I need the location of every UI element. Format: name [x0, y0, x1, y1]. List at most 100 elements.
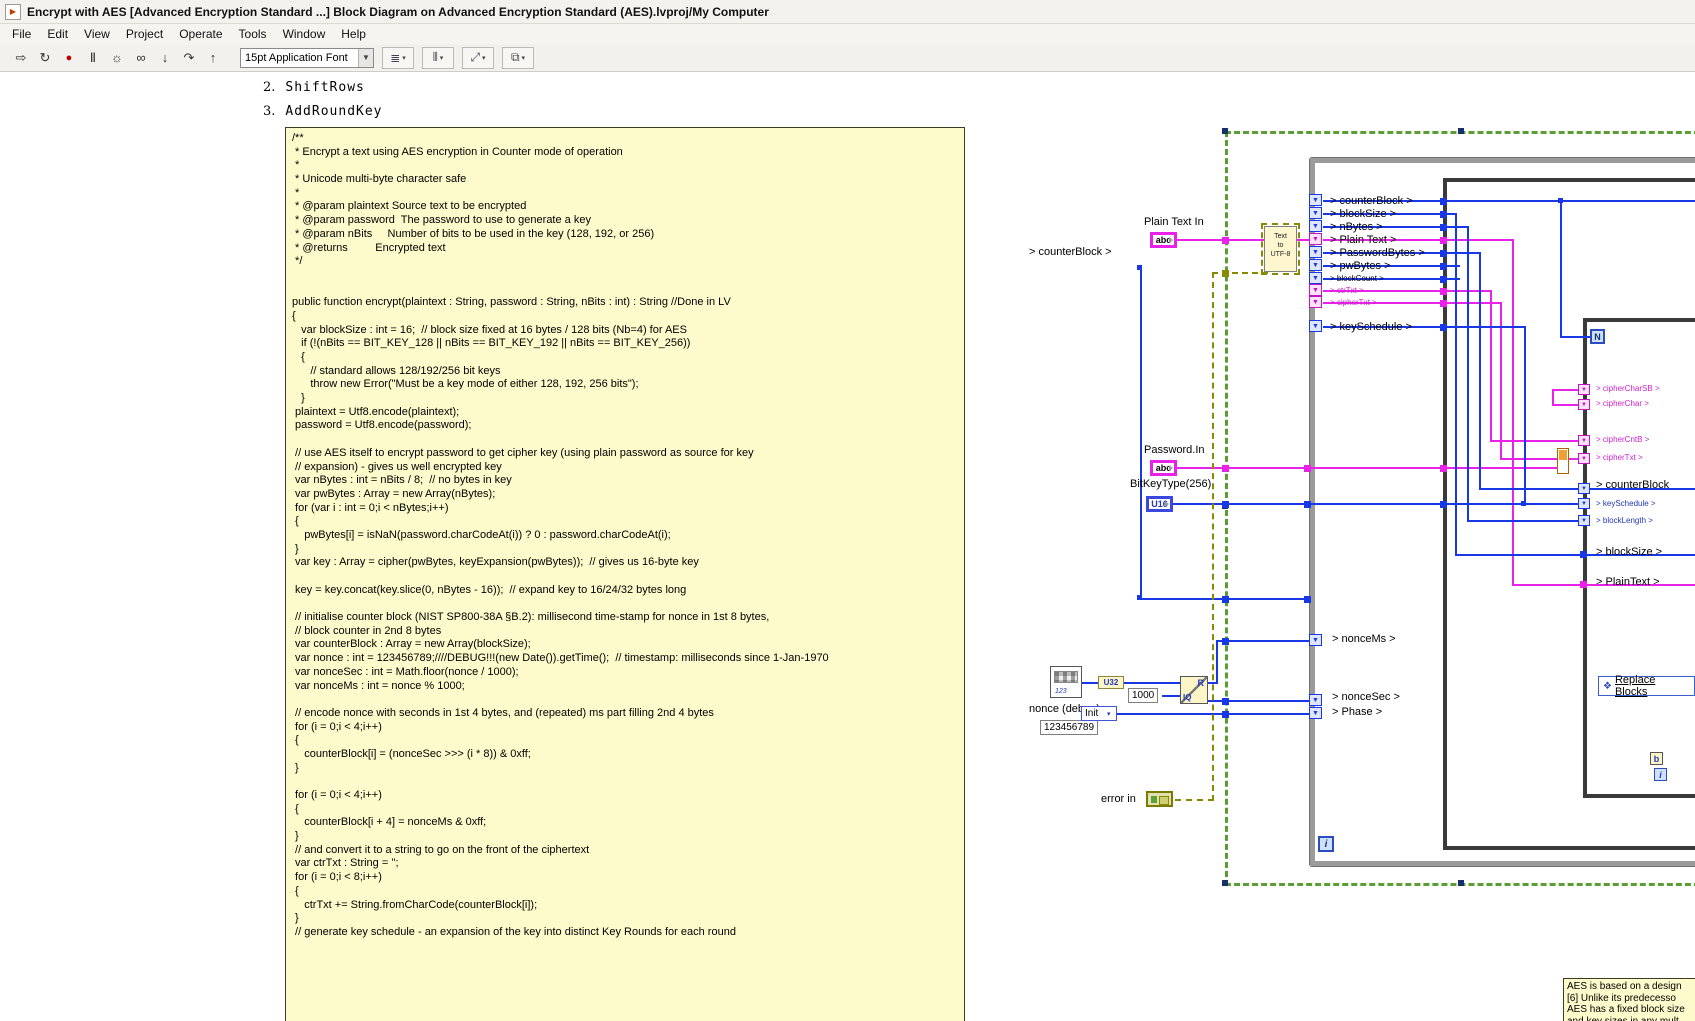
selection-handle[interactable]: [1458, 880, 1464, 886]
shift-register[interactable]: [1309, 194, 1322, 206]
loop-count-terminal[interactable]: N: [1590, 329, 1605, 344]
shift-register[interactable]: [1309, 296, 1322, 308]
chevron-down-icon[interactable]: ▼: [358, 49, 373, 67]
list-item-shiftrows[interactable]: 2.ShiftRows: [263, 80, 365, 95]
wire[interactable]: [1177, 239, 1264, 241]
menu-item[interactable]: Window: [275, 25, 334, 43]
shift-register[interactable]: [1309, 694, 1322, 706]
menu-item[interactable]: File: [4, 25, 39, 43]
step-into-button[interactable]: ↓: [154, 47, 176, 69]
wire[interactable]: [1455, 213, 1457, 556]
menu-item[interactable]: Tools: [231, 25, 275, 43]
list-item-addroundkey[interactable]: 3.AddRoundKey: [263, 104, 383, 119]
replace-blocks-subvi[interactable]: Replace Blocks: [1598, 676, 1695, 696]
boolean-constant[interactable]: b: [1650, 752, 1663, 765]
retain-wire-values-button[interactable]: ∞: [130, 47, 152, 69]
selection-handle[interactable]: [1222, 128, 1228, 134]
shift-register[interactable]: [1309, 220, 1322, 232]
numeric-constant[interactable]: 123456789: [1040, 720, 1098, 735]
tunnel[interactable]: [1440, 237, 1447, 244]
tunnel[interactable]: [1440, 501, 1447, 508]
menu-item[interactable]: Project: [118, 25, 171, 43]
wire[interactable]: [1216, 640, 1309, 642]
shift-register[interactable]: [1578, 515, 1590, 526]
shift-register[interactable]: [1578, 399, 1590, 410]
run-button[interactable]: ⇨: [10, 47, 32, 69]
numeric-constant[interactable]: 1000: [1128, 688, 1158, 703]
wire[interactable]: [1162, 695, 1180, 697]
menu-item[interactable]: View: [76, 25, 118, 43]
reorder-dropdown[interactable]: ⧉▾: [502, 47, 534, 69]
code-comment-box[interactable]: /** * Encrypt a text using AES encryptio…: [285, 127, 965, 1021]
step-out-button[interactable]: ↑: [202, 47, 224, 69]
iteration-terminal[interactable]: i: [1318, 836, 1334, 852]
shift-register[interactable]: [1309, 246, 1322, 258]
wire[interactable]: [1560, 200, 1562, 338]
error-wire[interactable]: [1175, 799, 1214, 801]
tunnel[interactable]: [1222, 596, 1229, 603]
wire[interactable]: [1479, 252, 1481, 490]
shift-register[interactable]: [1578, 435, 1590, 446]
to-u32-conversion[interactable]: U32: [1098, 676, 1124, 689]
tunnel[interactable]: [1580, 581, 1587, 588]
tunnel[interactable]: [1222, 237, 1229, 244]
string-control-terminal[interactable]: abc: [1150, 460, 1177, 476]
tunnel[interactable]: [1222, 501, 1229, 508]
tunnel[interactable]: [1440, 211, 1447, 218]
distribute-objects-dropdown[interactable]: ⫴▾: [422, 47, 454, 69]
tunnel[interactable]: [1440, 300, 1447, 307]
shift-register[interactable]: [1309, 272, 1322, 284]
tunnel[interactable]: [1222, 465, 1229, 472]
quotient-remainder-node[interactable]: R IQ: [1180, 676, 1208, 704]
selection-handle[interactable]: [1458, 128, 1464, 134]
error-wire[interactable]: [1212, 272, 1268, 274]
tunnel[interactable]: [1580, 551, 1587, 558]
shift-register[interactable]: [1309, 320, 1322, 332]
menu-item[interactable]: Help: [333, 25, 374, 43]
wire[interactable]: [1552, 404, 1578, 406]
tunnel[interactable]: [1440, 324, 1447, 331]
wire[interactable]: [1216, 640, 1218, 684]
tunnel[interactable]: [1304, 465, 1311, 472]
block-diagram-canvas[interactable]: 2.ShiftRows 3.AddRoundKey /** * Encrypt …: [0, 72, 1695, 1021]
tunnel[interactable]: [1440, 263, 1447, 270]
wire[interactable]: [1082, 682, 1098, 684]
selection-handle[interactable]: [1222, 880, 1228, 886]
resize-objects-dropdown[interactable]: ⤢▾: [462, 47, 494, 69]
menu-item[interactable]: Edit: [39, 25, 76, 43]
tunnel[interactable]: [1440, 198, 1447, 205]
shift-register[interactable]: [1309, 707, 1322, 719]
tunnel[interactable]: [1440, 288, 1447, 295]
shift-register[interactable]: [1578, 483, 1590, 494]
nonce-debug-constant-icon[interactable]: 123: [1050, 666, 1082, 698]
shift-register[interactable]: [1578, 384, 1590, 395]
tunnel[interactable]: [1222, 711, 1229, 718]
wire[interactable]: [1140, 268, 1142, 600]
tunnel[interactable]: [1440, 224, 1447, 231]
wire[interactable]: [1552, 389, 1578, 391]
wire[interactable]: [1512, 239, 1514, 586]
wire[interactable]: [1297, 239, 1309, 241]
wire[interactable]: [1467, 520, 1578, 522]
enum-constant-init[interactable]: Init ▾: [1081, 706, 1117, 721]
iteration-terminal[interactable]: i: [1654, 768, 1667, 781]
text-to-utf8-subvi[interactable]: Text to UTF-8: [1264, 226, 1297, 272]
wire[interactable]: [1467, 226, 1469, 522]
wire[interactable]: [1524, 326, 1526, 505]
wire[interactable]: [1552, 389, 1554, 406]
shift-register[interactable]: [1578, 453, 1590, 464]
wire[interactable]: [1490, 290, 1492, 442]
tunnel[interactable]: [1440, 250, 1447, 257]
shift-register[interactable]: [1309, 259, 1322, 271]
error-in-terminal[interactable]: [1146, 791, 1173, 807]
tunnel[interactable]: [1304, 501, 1311, 508]
menu-item[interactable]: Operate: [171, 25, 230, 43]
shift-register[interactable]: [1309, 284, 1322, 296]
string-control-terminal[interactable]: abc: [1150, 232, 1177, 248]
aes-note-box[interactable]: AES is based on a design[6] Unlike its p…: [1563, 978, 1695, 1021]
build-array-node[interactable]: [1557, 448, 1569, 474]
shift-register[interactable]: [1309, 207, 1322, 219]
error-wire[interactable]: [1212, 272, 1214, 801]
wire[interactable]: [1560, 336, 1590, 338]
align-objects-dropdown[interactable]: ≣▾: [382, 47, 414, 69]
